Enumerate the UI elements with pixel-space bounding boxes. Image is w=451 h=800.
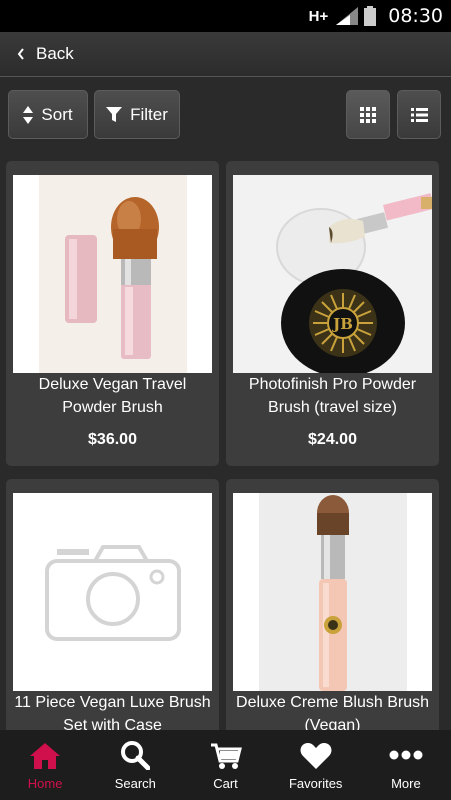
product-title: Photofinish Pro Powder Brush (travel siz…: [248, 376, 417, 416]
bottom-tab-bar: Home Search Cart Favorites More: [0, 730, 451, 800]
cart-icon: [210, 743, 242, 769]
battery-icon: [364, 6, 377, 26]
product-title: Deluxe Vegan Travel Powder Brush: [38, 376, 187, 416]
filter-icon: [106, 106, 123, 122]
tab-label: Search: [114, 776, 156, 791]
back-button[interactable]: Back: [16, 44, 74, 64]
product-price: $24.00: [308, 431, 357, 448]
network-type: H+: [308, 7, 329, 25]
list-icon: [410, 107, 428, 122]
toolbar: Sort Filter: [0, 90, 451, 140]
product-card[interactable]: Deluxe Vegan Travel Powder Brush $36.00: [6, 161, 219, 466]
grid-icon: [360, 106, 376, 123]
tab-label: More: [391, 776, 421, 791]
tab-search[interactable]: Search: [90, 730, 180, 800]
product-image: [13, 175, 212, 373]
clock: 08:30: [388, 5, 443, 27]
blush-brush-image: [233, 493, 432, 691]
sort-button[interactable]: Sort: [8, 90, 88, 139]
chevron-left-icon: [17, 48, 24, 60]
heart-icon: [300, 743, 332, 769]
list-view-button[interactable]: [397, 90, 441, 139]
tab-label: Favorites: [288, 776, 343, 791]
tab-cart[interactable]: Cart: [180, 730, 270, 800]
svg-text:JB: JB: [331, 315, 353, 333]
product-image: JB: [233, 175, 432, 373]
status-bar: H+ 08:30: [0, 0, 451, 32]
product-card[interactable]: 11 Piece Vegan Luxe Brush Set with Case: [6, 479, 219, 739]
product-image: [233, 493, 432, 691]
product-price: $36.00: [88, 431, 137, 448]
tab-label: Home: [27, 776, 63, 791]
compact-brush-image: JB: [233, 175, 432, 373]
product-card[interactable]: JB Photofinish Pro Powder Brush (travel …: [226, 161, 439, 466]
home-icon: [30, 743, 61, 769]
filter-label: Filter: [130, 104, 168, 124]
product-card[interactable]: Deluxe Creme Blush Brush (Vegan): [226, 479, 439, 739]
grid-view-button[interactable]: [346, 90, 390, 139]
top-nav-bar: Back: [0, 32, 451, 77]
back-label: Back: [36, 44, 74, 63]
more-icon: [389, 750, 423, 760]
tab-label: Cart: [213, 776, 238, 791]
product-image: [13, 493, 212, 691]
tab-favorites[interactable]: Favorites: [271, 730, 361, 800]
search-icon: [121, 741, 151, 770]
powder-brush-image: [13, 175, 212, 373]
tab-more[interactable]: More: [361, 730, 451, 800]
signal-icon: [336, 7, 359, 25]
sort-label: Sort: [41, 104, 73, 124]
sort-icon: [23, 105, 34, 124]
tab-home[interactable]: Home: [0, 730, 90, 800]
camera-placeholder-icon: [13, 493, 212, 691]
filter-button[interactable]: Filter: [94, 90, 180, 139]
